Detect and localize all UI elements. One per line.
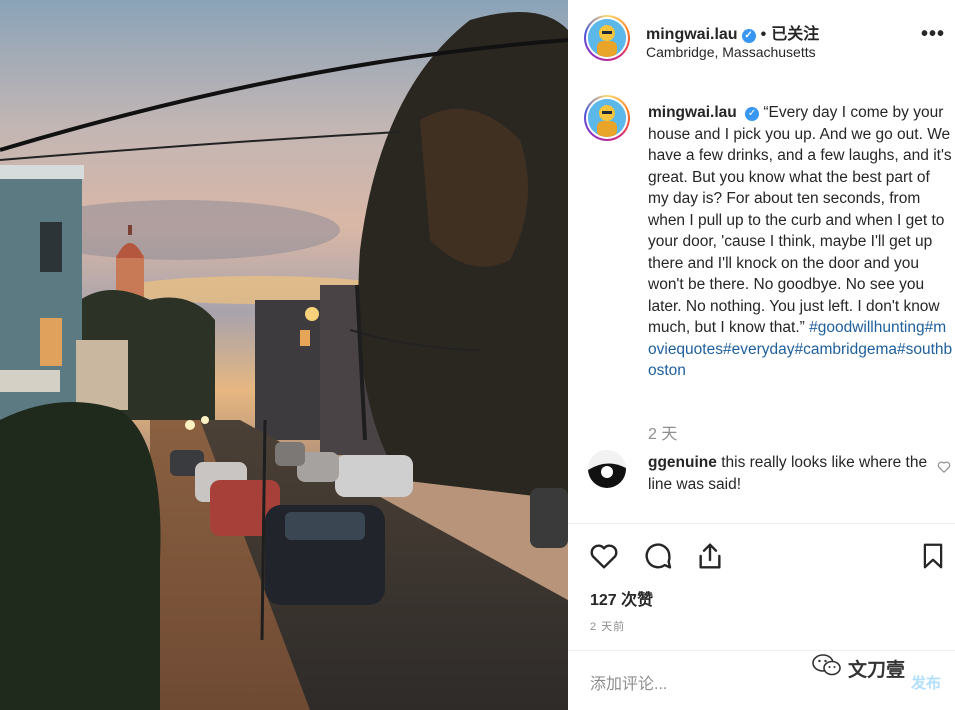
street-sunset-photo xyxy=(0,0,568,710)
author-avatar[interactable] xyxy=(584,15,630,61)
wechat-icon xyxy=(812,653,842,683)
more-options-icon[interactable]: ••• xyxy=(921,24,945,44)
post-header: mingwai.lau ✓ • 已关注 Cambridge, Massachusett… xyxy=(568,0,955,80)
verified-badge-icon: ✓ xyxy=(745,107,760,121)
post-timestamp: 2 天前 xyxy=(590,621,626,633)
post-side-panel: mingwai.lau ✓ • 已关注 Cambridge, Massachusett… xyxy=(568,0,955,710)
likes-count[interactable]: 127 次赞 xyxy=(590,586,653,610)
action-bar xyxy=(568,540,955,574)
share-icon[interactable] xyxy=(694,540,726,577)
post-comment-button[interactable]: 发布 xyxy=(911,672,941,693)
heart-outline-small-icon[interactable] xyxy=(937,460,951,479)
caption-body: “Every day I come by your house and I pi… xyxy=(648,104,952,336)
caption-timestamp: 2 天 xyxy=(648,426,678,443)
header-username[interactable]: mingwai.lau xyxy=(646,26,738,43)
header-user-line: mingwai.lau ✓ • 已关注 xyxy=(646,20,819,44)
comment-username[interactable]: ggenuine xyxy=(648,454,717,471)
verified-badge-icon: ✓ xyxy=(741,29,756,43)
watermark-text: 文刀壹 xyxy=(848,659,906,681)
comment-box-divider xyxy=(568,650,955,651)
comment-text-block: ggenuine this really looks like where th… xyxy=(648,452,928,495)
commenter-avatar-image xyxy=(588,450,626,488)
comment-bubble-icon[interactable] xyxy=(642,540,674,577)
caption-username[interactable]: mingwai.lau xyxy=(648,104,737,121)
bookmark-icon[interactable] xyxy=(918,540,948,577)
post-photo[interactable] xyxy=(0,0,568,710)
post-location[interactable]: Cambridge, Massachusetts xyxy=(646,44,816,60)
commenter-avatar[interactable] xyxy=(588,450,626,488)
heart-icon[interactable] xyxy=(588,540,620,577)
watermark: 文刀壹 xyxy=(812,654,905,682)
add-comment-input[interactable]: 添加评论... xyxy=(590,670,667,694)
actions-divider xyxy=(568,523,955,524)
avatar-illustration xyxy=(588,19,626,57)
caption-author-avatar[interactable] xyxy=(584,95,630,141)
caption-text-block: mingwai.lau ✓ “Every day I come by your … xyxy=(648,102,954,382)
separator-dot: • xyxy=(760,26,767,43)
avatar-illustration xyxy=(588,99,626,137)
follow-status-button[interactable]: 已关注 xyxy=(771,26,819,43)
